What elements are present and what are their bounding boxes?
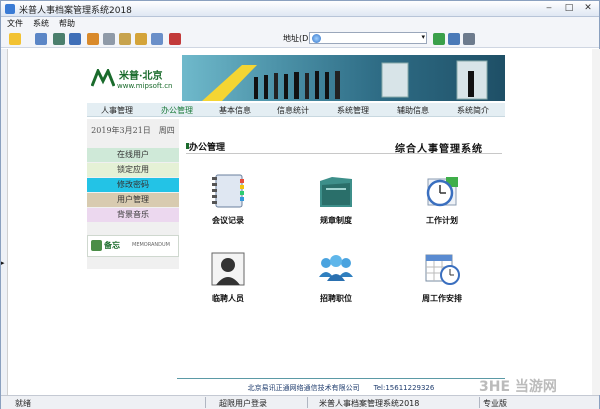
banner: 米普·北京 www.mipsoft.cn	[87, 55, 505, 101]
calendar-clock-icon	[425, 254, 460, 285]
background-music-item[interactable]: 背景音乐	[87, 208, 179, 222]
menu-help[interactable]: 帮助	[59, 18, 75, 29]
print-icon[interactable]	[103, 33, 115, 45]
footer-text: 北京易讯正通网络通信技术有限公司 Tel:15611229326	[247, 384, 435, 392]
tile-label: 规章制度	[320, 215, 352, 225]
tile-weekly-schedule[interactable]: 周工作安排	[407, 249, 477, 309]
menu-file[interactable]: 文件	[7, 18, 23, 29]
title-bar[interactable]: 米普人事档案管理系统2018 ‒ □ ✕	[1, 1, 599, 17]
tile-label: 临聘人员	[212, 293, 244, 303]
status-app: 米普人事档案管理系统2018	[319, 399, 420, 408]
users-icon[interactable]	[53, 33, 65, 45]
nav-basic-info[interactable]: 基本信息	[219, 105, 251, 116]
nav-personnel[interactable]: 人事管理	[101, 105, 133, 116]
user-management-item[interactable]: 用户管理	[87, 193, 179, 207]
exit-icon[interactable]	[169, 33, 181, 45]
brand-url: www.mipsoft.cn	[117, 82, 173, 90]
tile-work-plan[interactable]: 工作计划	[407, 171, 477, 231]
notebook-icon	[212, 174, 244, 208]
banner-photo	[182, 55, 505, 101]
app-window: 米普人事档案管理系统2018 ‒ □ ✕ 文件 系统 帮助 地址(D): ▾ ▸	[0, 0, 600, 409]
clock-calendar-icon	[426, 177, 458, 207]
settings-icon[interactable]	[463, 33, 475, 45]
tile-regulations[interactable]: 规章制度	[301, 171, 371, 231]
status-separator	[307, 397, 308, 408]
status-bar: 就绪 超限用户登录 米普人事档案管理系统2018 专业版	[1, 395, 599, 409]
tile-temp-staff[interactable]: 临聘人员	[193, 249, 263, 309]
maximize-button[interactable]: □	[561, 3, 577, 14]
tile-label: 招聘职位	[320, 293, 352, 303]
open-folder-icon[interactable]	[9, 33, 21, 45]
tile-recruitment[interactable]: 招聘职位	[301, 249, 371, 309]
mipu-logo-icon	[91, 69, 115, 87]
date-display: 2019年3月21日 周四	[91, 126, 175, 135]
status-separator	[205, 397, 206, 408]
memo-icon	[91, 240, 102, 251]
status-ready: 就绪	[15, 399, 31, 408]
go-icon[interactable]	[433, 33, 445, 45]
tools-icon[interactable]	[119, 33, 131, 45]
menu-system[interactable]: 系统	[33, 18, 49, 29]
logo: 米普·北京 www.mipsoft.cn	[87, 55, 182, 101]
nav-bar: 人事管理 办公管理 基本信息 信息统计 系统管理 辅助信息 系统简介	[87, 103, 505, 117]
online-users-item[interactable]: 在线用户	[87, 148, 179, 162]
tile-label: 工作计划	[426, 215, 458, 225]
menu-bar: 文件 系统 帮助	[1, 17, 599, 30]
vertical-scrollbar[interactable]	[592, 49, 600, 395]
app-icon	[5, 4, 15, 14]
status-separator	[479, 397, 480, 408]
brand-name: 米普·北京	[119, 71, 163, 82]
view-icon[interactable]	[35, 33, 47, 45]
memo-panel[interactable]: 备忘 MEMORANDUM	[87, 235, 179, 257]
folder-icon	[320, 177, 352, 207]
section-title: 办公管理	[189, 143, 226, 153]
close-button[interactable]: ✕	[580, 3, 596, 14]
change-password-item[interactable]: 修改密码	[87, 178, 179, 192]
nav-about[interactable]: 系统简介	[457, 105, 489, 116]
nav-statistics[interactable]: 信息统计	[277, 105, 309, 116]
memo-subtitle: MEMORANDUM	[132, 242, 170, 248]
minimize-button[interactable]: ‒	[541, 3, 557, 14]
tile-label: 周工作安排	[422, 293, 462, 303]
home-icon[interactable]	[87, 33, 99, 45]
user-icon[interactable]	[151, 33, 163, 45]
footer-divider	[177, 378, 505, 379]
status-edition: 专业版	[483, 399, 507, 408]
tile-label: 会议记录	[212, 215, 244, 225]
nav-aux-info[interactable]: 辅助信息	[397, 105, 429, 116]
chevron-down-icon[interactable]: ▾	[421, 33, 425, 41]
monitor-icon[interactable]	[69, 33, 81, 45]
nav-system[interactable]: 系统管理	[337, 105, 369, 116]
address-input[interactable]: ▾	[309, 32, 427, 44]
nav-office[interactable]: 办公管理	[161, 105, 193, 116]
lock-app-item[interactable]: 锁定应用	[87, 163, 179, 177]
watermark: 3HE 当游网	[479, 379, 557, 395]
people-group-icon	[319, 255, 353, 281]
lock-icon[interactable]	[135, 33, 147, 45]
section-divider	[186, 153, 502, 154]
business-people-image	[202, 60, 488, 101]
person-card-icon	[211, 252, 245, 286]
tile-meeting-records[interactable]: 会议记录	[193, 171, 263, 231]
memo-title: 备忘	[104, 241, 120, 250]
refresh-icon[interactable]	[448, 33, 460, 45]
chevron-right-icon[interactable]: ▸	[1, 259, 5, 267]
globe-icon	[312, 34, 321, 43]
status-user: 超限用户登录	[219, 399, 267, 408]
window-title: 米普人事档案管理系统2018	[19, 6, 132, 16]
